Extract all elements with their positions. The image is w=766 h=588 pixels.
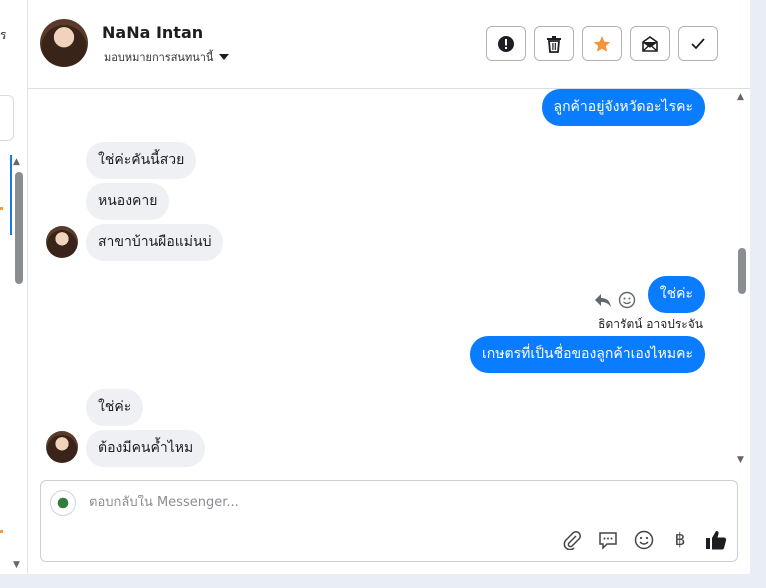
emoji-icon [634, 530, 654, 550]
message-outgoing[interactable]: เกษตรที่เป็นชื่อของลูกค้าเองไหมคะ [470, 336, 705, 373]
star-button[interactable] [582, 26, 622, 61]
unread-marker [0, 530, 3, 533]
sidebar-scroll-down[interactable]: ▼ [13, 560, 20, 570]
message-incoming[interactable]: สาขาบ้านผือแม่นบ่ [86, 224, 224, 261]
check-icon [691, 37, 705, 49]
thread-scrollbar[interactable] [738, 248, 746, 294]
message-outgoing[interactable]: ใช่ค่ะ [647, 276, 705, 313]
message-incoming[interactable]: ใช่ค่ะคันนี้สวย [86, 142, 197, 179]
unread-marker [0, 207, 3, 210]
avatar[interactable] [46, 431, 78, 463]
sidebar-text-fragment: ร [0, 28, 7, 42]
attach-icon [563, 531, 581, 550]
payment-button[interactable]: ฿ [669, 529, 691, 551]
composer-toolbar: ฿ [561, 529, 727, 551]
message-incoming[interactable]: ใช่ค่ะ [86, 389, 144, 426]
avatar[interactable] [40, 19, 88, 67]
caret-down-icon [219, 54, 230, 60]
sidebar-search-box[interactable] [0, 95, 14, 141]
mark-unread-button[interactable] [630, 26, 670, 61]
saved-reply-icon [599, 532, 617, 550]
mark-done-button[interactable] [678, 26, 718, 61]
selected-conversation-indicator [10, 155, 12, 235]
thread-scroll-up[interactable]: ▲ [737, 92, 744, 102]
sidebar-scrollbar[interactable] [15, 172, 23, 284]
contact-name[interactable]: NaNa Intan [102, 23, 203, 42]
mark-unread-icon [642, 35, 658, 52]
message-incoming[interactable]: ต้องมีคนค้ำไหม [86, 430, 206, 467]
report-button[interactable] [486, 26, 526, 61]
chat-panel: NaNa Intan มอบหมายการสนทนานี้ ลูกค้าอยู่… [28, 0, 750, 574]
report-icon [498, 35, 514, 52]
attach-button[interactable] [561, 529, 583, 551]
conversation-list-edge: ร ▲ ▼ [0, 0, 28, 574]
assign-dropdown[interactable]: มอบหมายการสนทนานี้ [104, 48, 230, 66]
message-incoming[interactable]: หนองคาย [86, 183, 170, 220]
chat-header: NaNa Intan มอบหมายการสนทนานี้ [28, 0, 750, 89]
assign-label: มอบหมายการสนทนานี้ [104, 51, 214, 64]
message-actions [594, 291, 636, 309]
sender-label: ธิดารัตน์ อาจประจัน [598, 317, 703, 331]
reply-icon[interactable] [594, 292, 612, 308]
star-icon [593, 35, 611, 52]
delete-button[interactable] [534, 26, 574, 61]
sidebar-scroll-up[interactable]: ▲ [13, 157, 20, 167]
composer: ฿ [40, 480, 738, 562]
emoji-button[interactable] [633, 529, 655, 551]
avatar[interactable] [46, 226, 78, 258]
header-actions [486, 26, 718, 61]
page-logo [50, 490, 76, 516]
thread-scroll-down[interactable]: ▼ [737, 455, 744, 465]
reply-input[interactable] [89, 495, 689, 510]
trash-icon [547, 35, 561, 53]
baht-icon: ฿ [674, 530, 686, 550]
message-outgoing[interactable]: ลูกค้าอยู่จังหวัดอะไรคะ [541, 89, 705, 126]
message-thread: ลูกค้าอยู่จังหวัดอะไรคะ ใช่ค่ะคันนี้สวย … [28, 89, 750, 474]
like-button[interactable] [705, 529, 727, 551]
saved-reply-button[interactable] [597, 529, 619, 551]
like-icon [706, 531, 727, 550]
emoji-react-icon[interactable] [618, 291, 636, 309]
